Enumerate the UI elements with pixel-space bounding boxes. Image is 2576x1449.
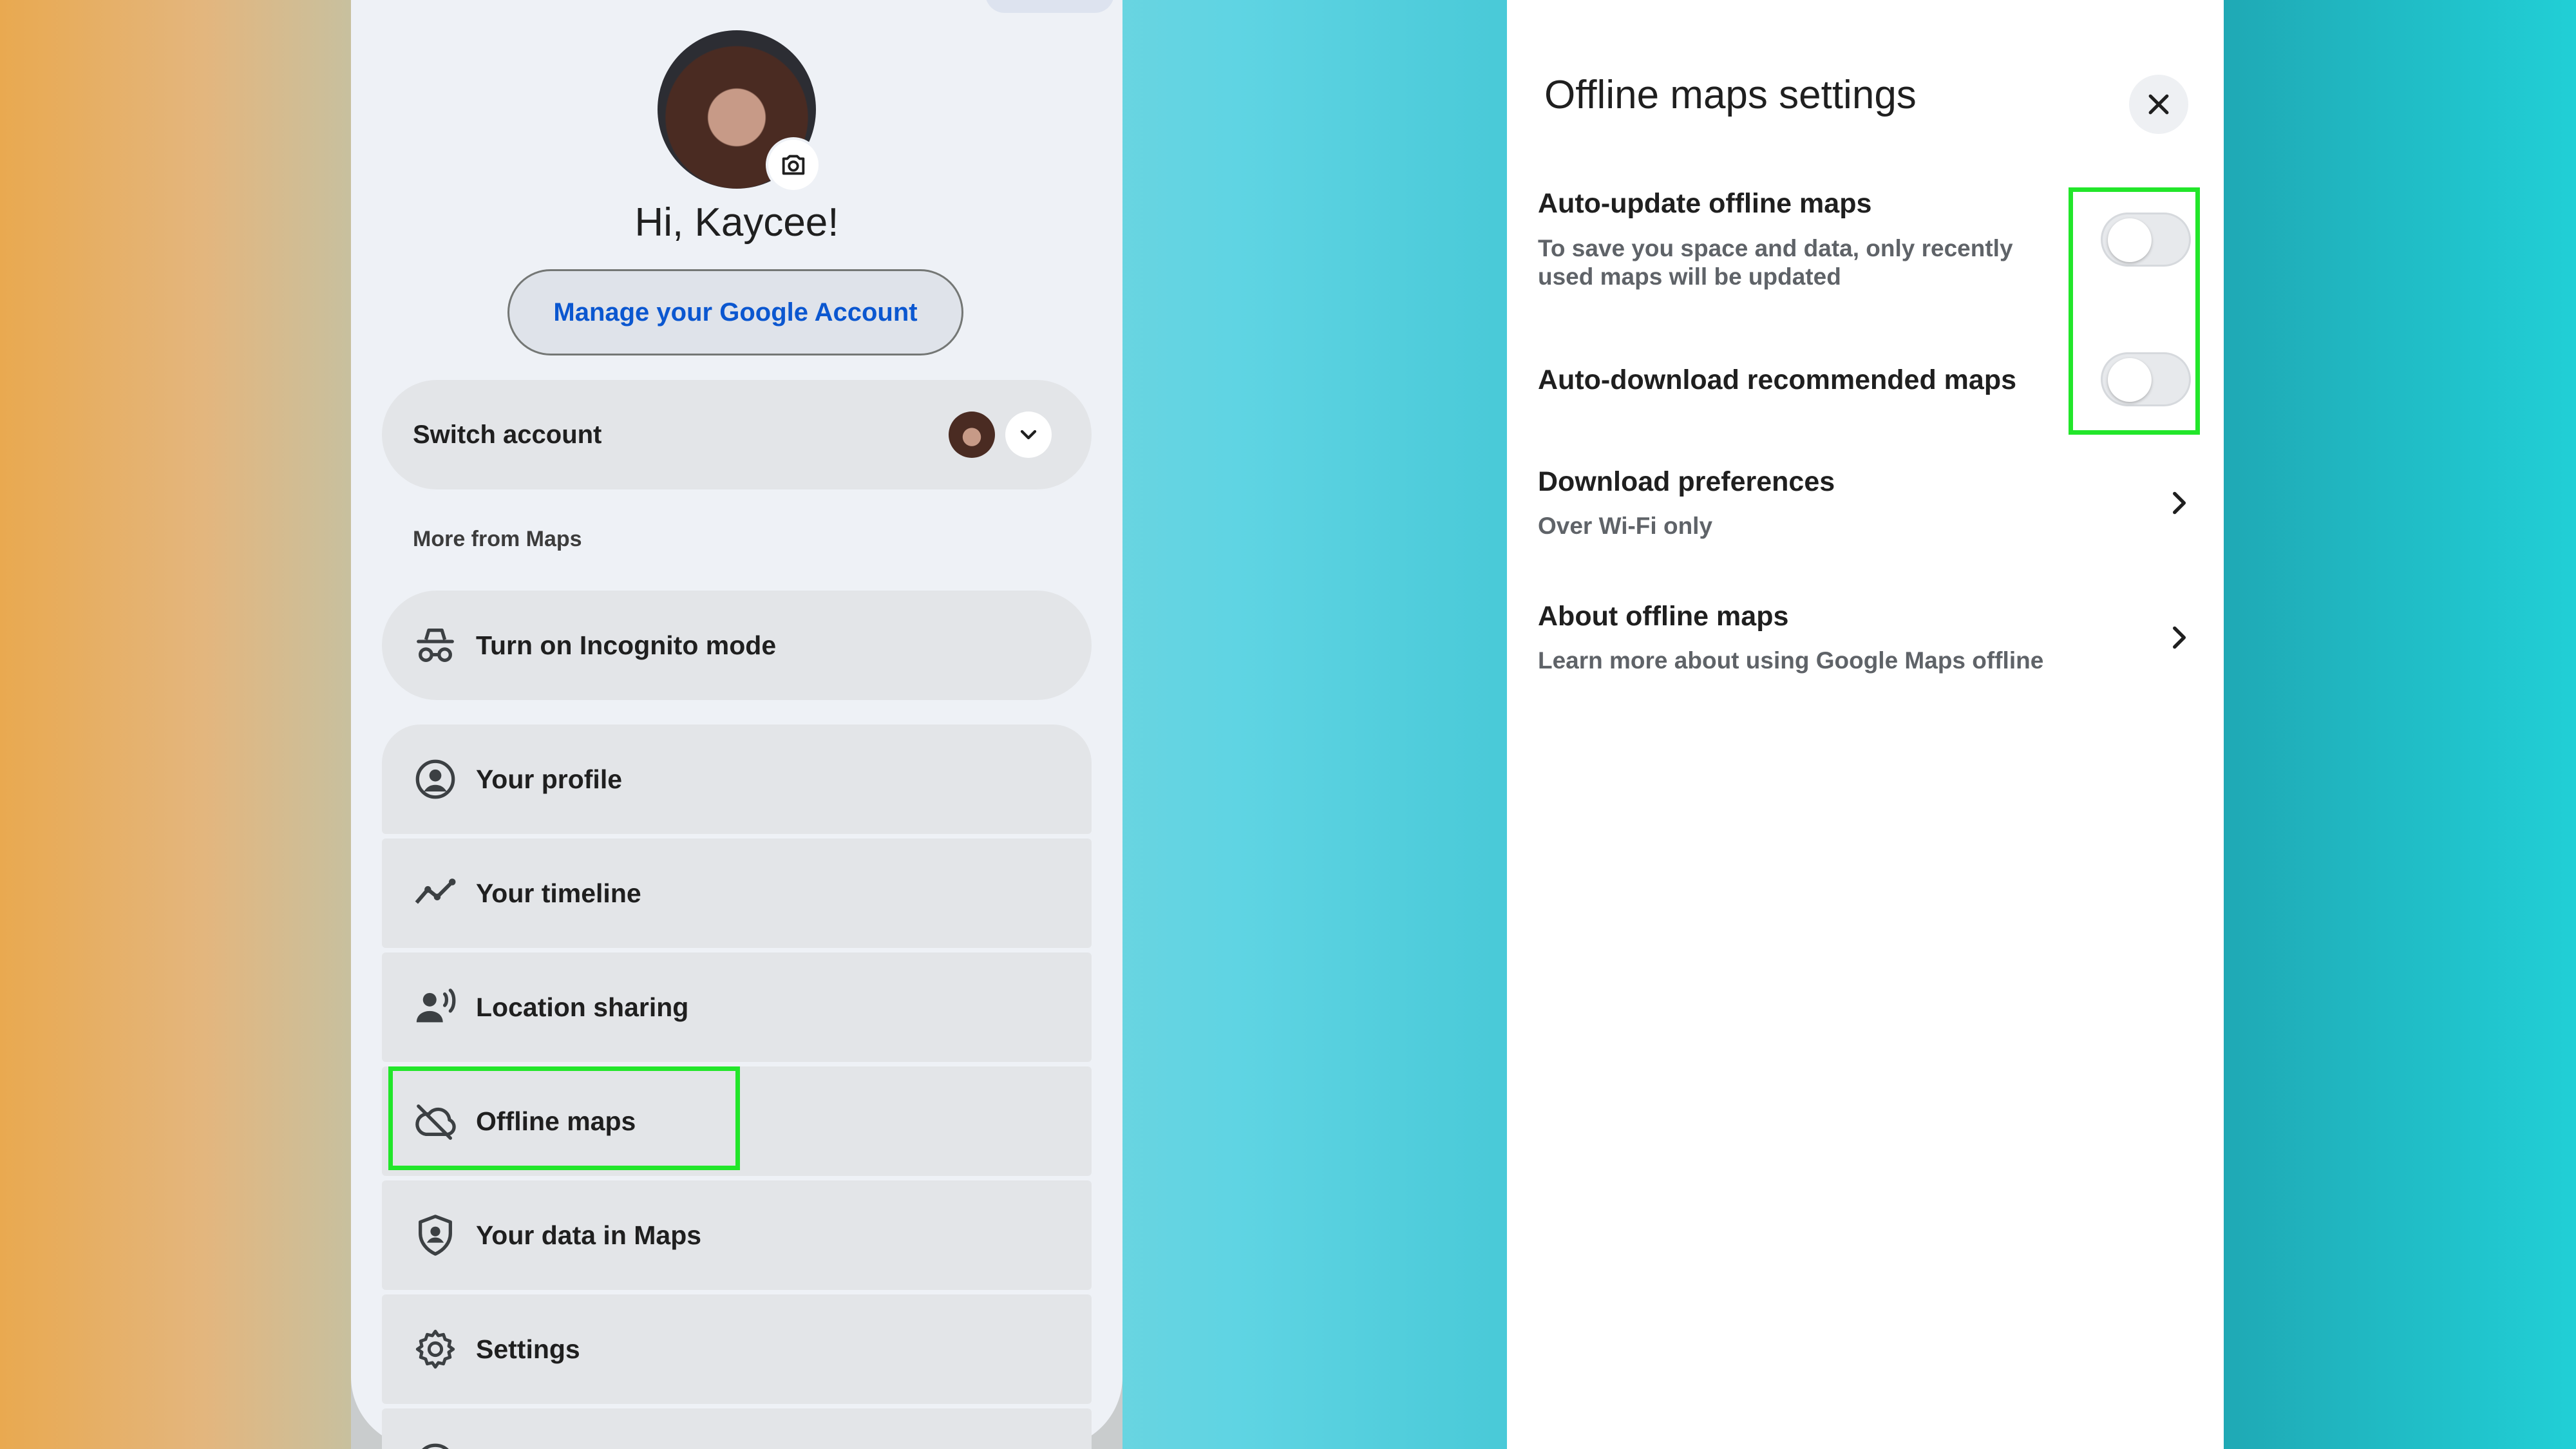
close-button[interactable] bbox=[2129, 75, 2188, 134]
auto-update-title: Auto-update offline maps bbox=[1538, 188, 1872, 219]
help-icon bbox=[422, 1443, 449, 1449]
menu-item-label: Your profile bbox=[476, 764, 623, 794]
section-label: More from Maps bbox=[413, 527, 582, 551]
chevron-right-icon bbox=[2173, 491, 2186, 515]
shield-person-icon bbox=[419, 1215, 452, 1256]
offline-maps-highlight bbox=[388, 1066, 740, 1170]
menu-item-settings[interactable]: Settings bbox=[382, 1294, 1092, 1404]
account-menu-panel: Hi, Kaycee! Manage your Google Account S… bbox=[351, 0, 1122, 1449]
about-offline-maps-subtitle: Learn more about using Google Maps offli… bbox=[1538, 647, 2044, 674]
menu-item-location-sharing[interactable]: Location sharing bbox=[382, 952, 1092, 1062]
about-offline-maps-title: About offline maps bbox=[1538, 601, 1789, 632]
location-sharing-icon bbox=[416, 989, 456, 1023]
menu-item-label: Location sharing bbox=[476, 992, 689, 1022]
menu-item-label: Your data in Maps bbox=[476, 1220, 702, 1250]
gear-icon bbox=[415, 1329, 455, 1369]
top-pill bbox=[985, 0, 1114, 13]
auto-update-subtitle-1: To save you space and data, only recentl… bbox=[1538, 235, 2013, 261]
auto-download-title: Auto-download recommended maps bbox=[1538, 365, 2017, 395]
secondary-avatar bbox=[949, 412, 995, 458]
profile-avatar[interactable] bbox=[658, 30, 819, 190]
download-preferences-title: Download preferences bbox=[1538, 466, 1835, 497]
camera-icon[interactable] bbox=[768, 140, 819, 190]
close-icon bbox=[2148, 94, 2169, 115]
menu-item-label: Settings bbox=[476, 1334, 580, 1364]
menu-item-label: Your timeline bbox=[476, 878, 641, 908]
menu-item-your-data[interactable]: Your data in Maps bbox=[382, 1180, 1092, 1290]
menu-item-your-profile[interactable]: Your profile bbox=[382, 724, 1092, 834]
manage-account-button[interactable]: Manage your Google Account bbox=[507, 269, 963, 355]
auto-update-subtitle-2: used maps will be updated bbox=[1538, 263, 1841, 290]
account-sheet: Hi, Kaycee! Manage your Google Account S… bbox=[351, 0, 1122, 1449]
menu-item-your-timeline[interactable]: Your timeline bbox=[382, 838, 1092, 948]
incognito-mode-item[interactable]: Turn on Incognito mode bbox=[382, 591, 1092, 700]
chevron-right-icon bbox=[2173, 626, 2186, 649]
menu-item-partial[interactable] bbox=[382, 1408, 1092, 1449]
greeting: Hi, Kaycee! bbox=[634, 200, 839, 245]
toggles-highlight bbox=[2069, 187, 2200, 435]
timeline-icon bbox=[415, 878, 456, 904]
incognito-icon bbox=[417, 629, 454, 662]
profile-icon bbox=[415, 759, 455, 799]
switch-account-row[interactable]: Switch account bbox=[382, 380, 1092, 489]
chevron-down-icon[interactable] bbox=[1005, 412, 1052, 458]
incognito-label: Turn on Incognito mode bbox=[476, 630, 777, 660]
download-preferences-value: Over Wi-Fi only bbox=[1538, 513, 1713, 539]
page-title: Offline maps settings bbox=[1544, 73, 1917, 117]
switch-account-label: Switch account bbox=[413, 421, 602, 449]
